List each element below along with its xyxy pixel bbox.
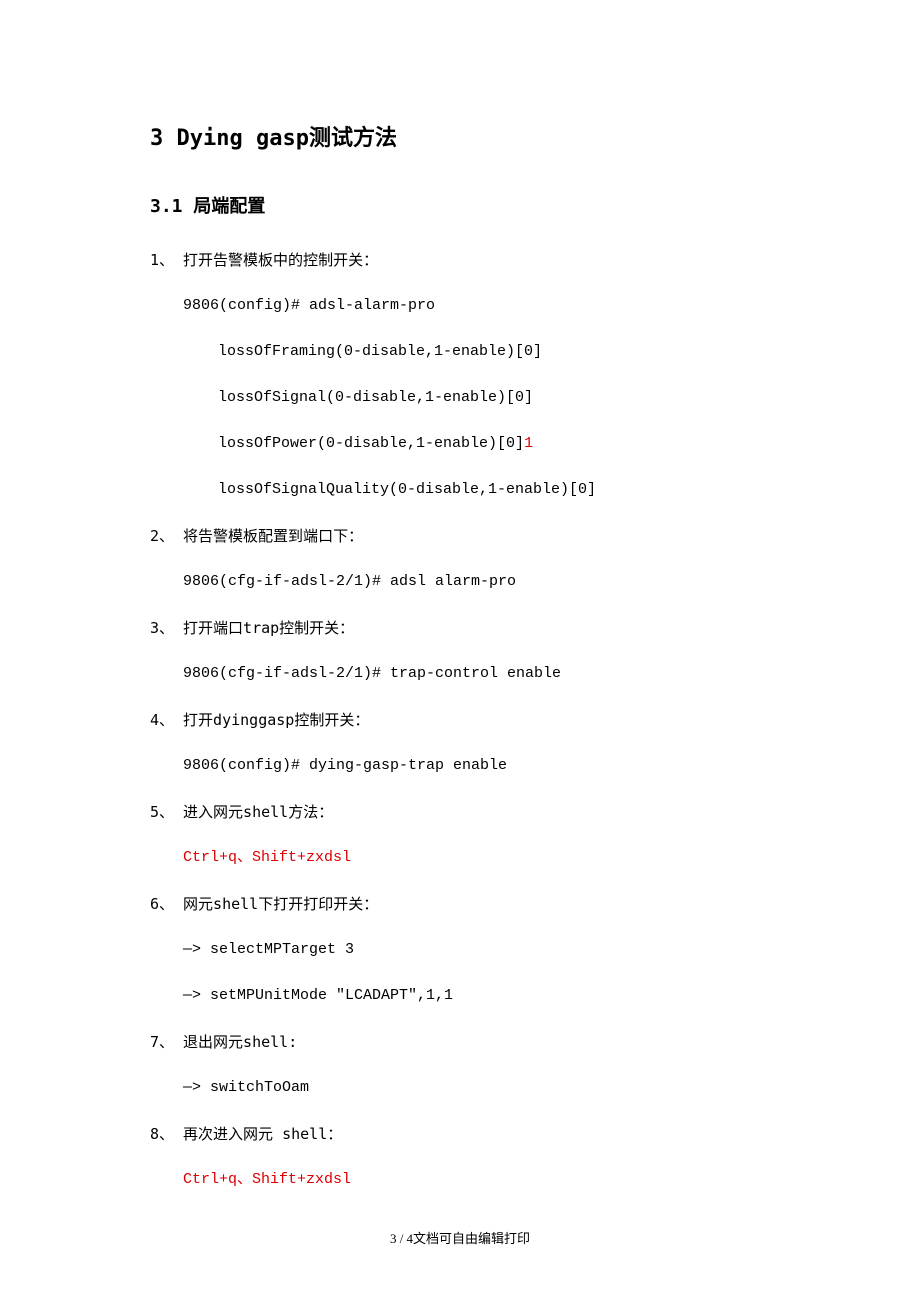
item-1-title: 1、 打开告警模板中的控制开关：: [150, 248, 770, 272]
item-3-cmd: 9806(cfg-if-adsl-2/1)# trap-control enab…: [150, 662, 770, 686]
item-7-cmd: —> switchToOam: [150, 1076, 770, 1100]
heading-2: 3.1 局端配置: [150, 192, 770, 218]
page-content: 3 Dying gasp测试方法 3.1 局端配置 1、 打开告警模板中的控制开…: [0, 0, 920, 1252]
item-1-sub1: lossOfFraming(0-disable,1-enable)[0]: [150, 340, 770, 364]
page-footer: 3 / 4文档可自由编辑打印: [0, 1228, 920, 1247]
item-1-sub3: lossOfPower(0-disable,1-enable)[0]1: [150, 432, 770, 456]
item-4-cmd: 9806(config)# dying-gasp-trap enable: [150, 754, 770, 778]
item-1-sub2: lossOfSignal(0-disable,1-enable)[0]: [150, 386, 770, 410]
item-1-sub3-red: 1: [524, 435, 533, 452]
item-1-cmd: 9806(config)# adsl-alarm-pro: [150, 294, 770, 318]
item-5-cmd: Ctrl+q、Shift+zxdsl: [150, 846, 770, 870]
item-2-title: 2、 将告警模板配置到端口下：: [150, 524, 770, 548]
heading-1: 3 Dying gasp测试方法: [150, 120, 770, 152]
item-2-cmd: 9806(cfg-if-adsl-2/1)# adsl alarm-pro: [150, 570, 770, 594]
item-6-cmd2: —> setMPUnitMode "LCADAPT",1,1: [150, 984, 770, 1008]
item-8-title: 8、 再次进入网元 shell：: [150, 1122, 770, 1146]
item-6-title: 6、 网元shell下打开打印开关：: [150, 892, 770, 916]
item-7-title: 7、 退出网元shell:: [150, 1030, 770, 1054]
item-8-cmd: Ctrl+q、Shift+zxdsl: [150, 1168, 770, 1192]
item-6-cmd1: —> selectMPTarget 3: [150, 938, 770, 962]
item-1-sub3-text: lossOfPower(0-disable,1-enable)[0]: [218, 435, 524, 452]
item-3-title: 3、 打开端口trap控制开关：: [150, 616, 770, 640]
item-4-title: 4、 打开dyinggasp控制开关：: [150, 708, 770, 732]
item-1-sub4: lossOfSignalQuality(0-disable,1-enable)[…: [150, 478, 770, 502]
item-5-title: 5、 进入网元shell方法：: [150, 800, 770, 824]
